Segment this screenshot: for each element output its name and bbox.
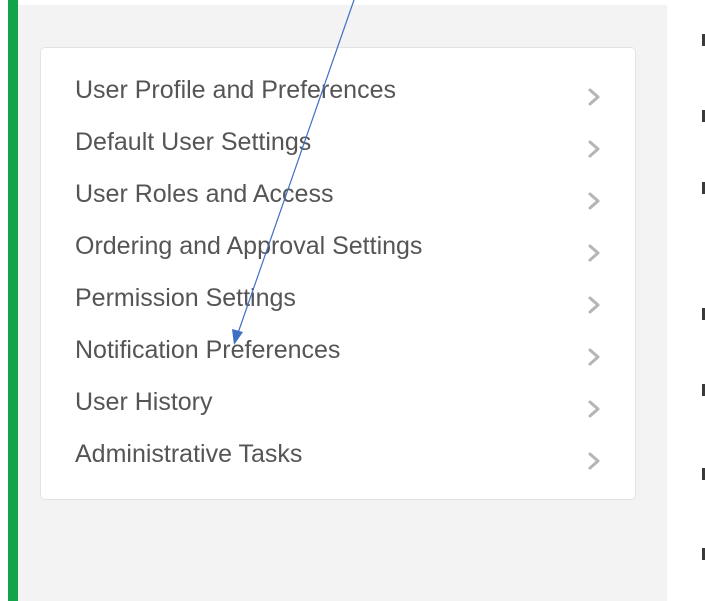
right-content-edge	[667, 0, 705, 601]
settings-menu-card: User Profile and Preferences Default Use…	[40, 47, 636, 500]
chevron-right-icon	[588, 452, 600, 470]
menu-item-notification-preferences[interactable]: Notification Preferences	[41, 333, 635, 383]
menu-item-label: Permission Settings	[75, 284, 296, 312]
menu-item-label: Ordering and Approval Settings	[75, 232, 423, 260]
menu-item-label: User Profile and Preferences	[75, 76, 396, 104]
menu-item-user-history[interactable]: User History	[41, 385, 635, 435]
chevron-right-icon	[588, 400, 600, 418]
menu-item-administrative-tasks[interactable]: Administrative Tasks	[41, 437, 635, 487]
menu-item-ordering-and-approval-settings[interactable]: Ordering and Approval Settings	[41, 229, 635, 279]
menu-item-permission-settings[interactable]: Permission Settings	[41, 281, 635, 331]
chevron-right-icon	[588, 192, 600, 210]
chevron-right-icon	[588, 244, 600, 262]
menu-item-default-user-settings[interactable]: Default User Settings	[41, 125, 635, 175]
chevron-right-icon	[588, 88, 600, 106]
menu-item-label: User History	[75, 388, 213, 416]
accent-bar	[8, 0, 18, 601]
menu-item-label: User Roles and Access	[75, 180, 334, 208]
chevron-right-icon	[588, 348, 600, 366]
menu-item-user-roles-and-access[interactable]: User Roles and Access	[41, 177, 635, 227]
menu-item-label: Default User Settings	[75, 128, 312, 156]
chevron-right-icon	[588, 296, 600, 314]
chevron-right-icon	[588, 140, 600, 158]
menu-item-label: Administrative Tasks	[75, 440, 303, 468]
menu-item-user-profile-and-preferences[interactable]: User Profile and Preferences	[41, 73, 635, 123]
screenshot-stage: User Profile and Preferences Default Use…	[0, 0, 705, 601]
left-edge	[0, 0, 8, 601]
menu-item-label: Notification Preferences	[75, 336, 341, 364]
